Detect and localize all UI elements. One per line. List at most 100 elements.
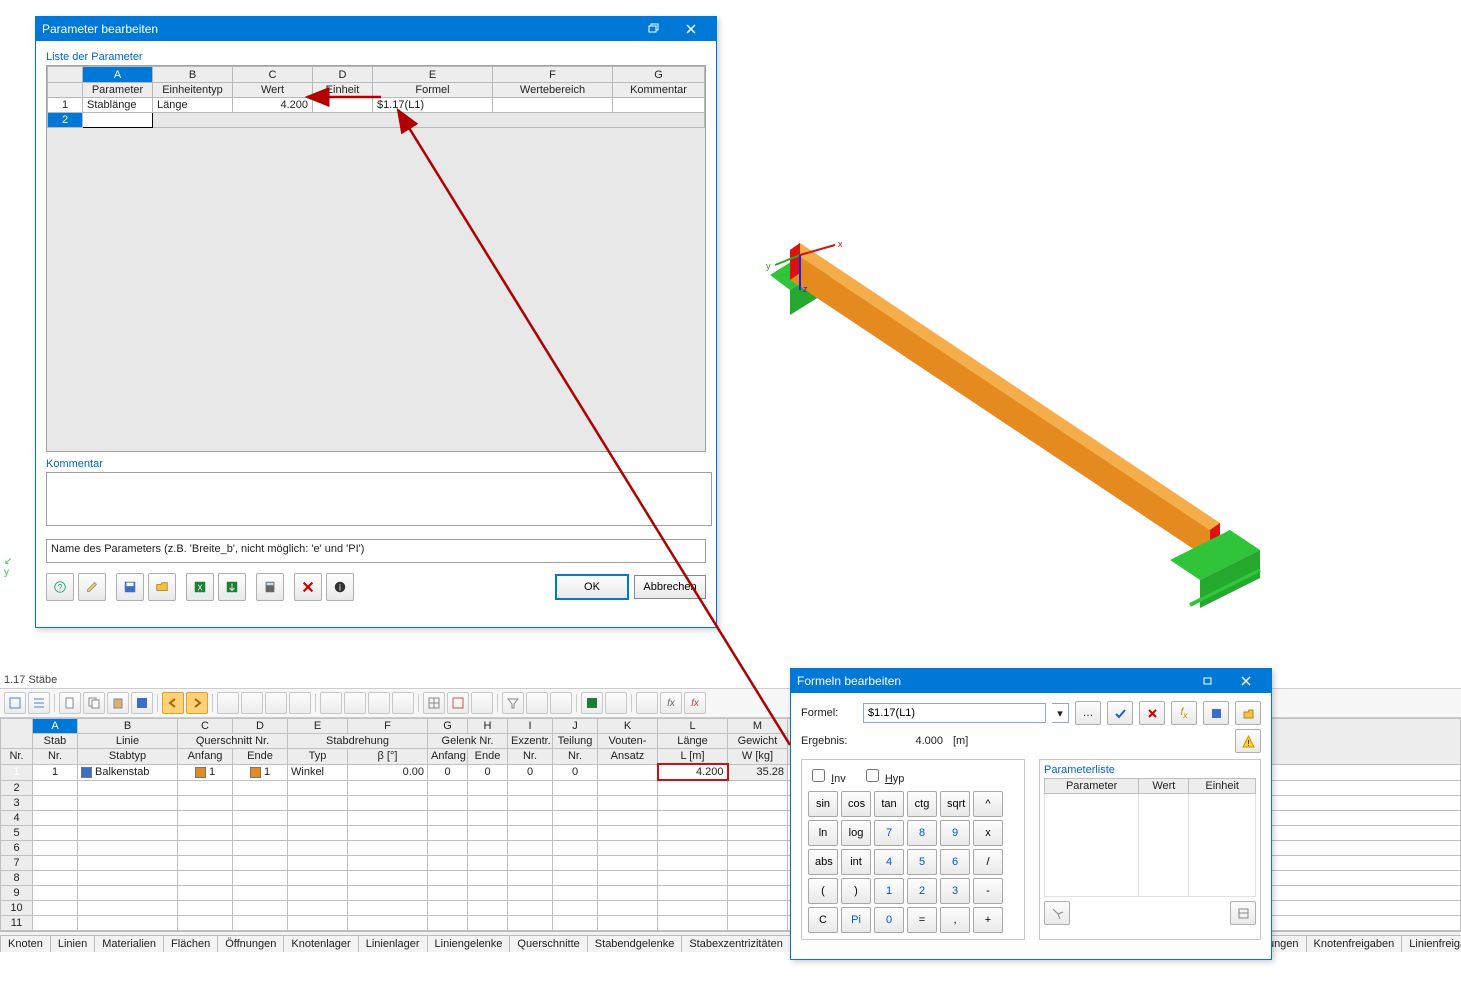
tb-f[interactable] — [344, 692, 366, 714]
stabs-row8-head[interactable]: 8 — [1, 871, 33, 886]
tb-a[interactable] — [217, 692, 239, 714]
col-F[interactable]: F — [493, 67, 613, 83]
key-+[interactable]: + — [973, 907, 1003, 933]
kommentar-input[interactable] — [46, 472, 712, 526]
edit-button[interactable] — [78, 573, 106, 601]
key-,[interactable]: , — [940, 907, 970, 933]
key-cos[interactable]: cos — [841, 791, 871, 817]
tb-nav-next[interactable] — [186, 692, 208, 714]
tb-list[interactable] — [28, 692, 50, 714]
param-row1-einheit[interactable] — [313, 98, 373, 113]
apply-button[interactable] — [1107, 701, 1133, 725]
key-^[interactable]: ^ — [973, 791, 1003, 817]
stabs-row1-laenge[interactable]: 4.200 — [658, 764, 728, 780]
key-ln[interactable]: ln — [808, 820, 838, 846]
param-row1-einheitentyp[interactable]: Länge — [153, 98, 233, 113]
key-8[interactable]: 8 — [907, 820, 937, 846]
col-A[interactable]: A — [83, 67, 153, 83]
stabs-row9-head[interactable]: 9 — [1, 886, 33, 901]
key-2[interactable]: 2 — [907, 878, 937, 904]
key-9[interactable]: 9 — [940, 820, 970, 846]
info-button[interactable]: i — [326, 573, 354, 601]
cancel-button[interactable]: Abbrechen — [634, 575, 706, 599]
stabs-row5-head[interactable]: 5 — [1, 826, 33, 841]
param-row1-wertebereich[interactable] — [493, 98, 613, 113]
key-/[interactable]: / — [973, 849, 1003, 875]
formula-input[interactable] — [863, 703, 1046, 723]
key-tan[interactable]: tan — [874, 791, 904, 817]
key-)[interactable]: ) — [841, 878, 871, 904]
key-x[interactable]: x — [973, 820, 1003, 846]
tb-units[interactable] — [636, 692, 658, 714]
tb-excel[interactable] — [581, 692, 603, 714]
tb-h[interactable] — [392, 692, 414, 714]
key-([interactable]: ( — [808, 878, 838, 904]
excel-export-button[interactable] — [218, 573, 246, 601]
stabs-row11-head[interactable]: 11 — [1, 916, 33, 931]
tab-öffnungen[interactable]: Öffnungen — [217, 935, 284, 952]
param-row1-parameter[interactable]: Stablänge — [83, 98, 153, 113]
tb-find[interactable] — [550, 692, 572, 714]
close-icon[interactable] — [672, 17, 710, 41]
tb-fx-off[interactable]: fx — [684, 692, 706, 714]
tab-linienlager[interactable]: Linienlager — [358, 935, 428, 952]
col-D[interactable]: D — [313, 67, 373, 83]
tb-g[interactable] — [368, 692, 390, 714]
edit-param-button[interactable] — [1230, 901, 1256, 925]
key-=[interactable]: = — [907, 907, 937, 933]
help-button[interactable]: ? — [46, 573, 74, 601]
tb-grid2[interactable] — [447, 692, 469, 714]
excel-import-button[interactable]: X — [186, 573, 214, 601]
calc-button[interactable] — [256, 573, 284, 601]
tab-querschnitte[interactable]: Querschnitte — [509, 935, 587, 952]
tab-stabendgelenke[interactable]: Stabendgelenke — [587, 935, 683, 952]
stabs-row10-head[interactable]: 10 — [1, 901, 33, 916]
tb-grid3[interactable] — [471, 692, 493, 714]
key-7[interactable]: 7 — [874, 820, 904, 846]
col-G[interactable]: G — [613, 67, 705, 83]
param-row1-formel[interactable]: $1.17(L1) — [373, 98, 493, 113]
tb-grid1[interactable] — [423, 692, 445, 714]
stabs-row7-head[interactable]: 7 — [1, 856, 33, 871]
tab-stabexzentrizitäten[interactable]: Stabexzentrizitäten — [681, 935, 791, 952]
tab-flächen[interactable]: Flächen — [163, 935, 218, 952]
chk-inv[interactable]: IInvnv — [808, 766, 846, 785]
key-5[interactable]: 5 — [907, 849, 937, 875]
close-icon[interactable] — [1227, 669, 1265, 693]
key-Pi[interactable]: Pi — [841, 907, 871, 933]
formula-dialog-titlebar[interactable]: Formeln bearbeiten — [791, 669, 1271, 693]
key--[interactable]: - — [973, 878, 1003, 904]
key-ctg[interactable]: ctg — [907, 791, 937, 817]
stabs-row6-head[interactable]: 6 — [1, 841, 33, 856]
tb-filter[interactable] — [502, 692, 524, 714]
warn-icon[interactable]: ! — [1235, 729, 1261, 753]
col-C[interactable]: C — [233, 67, 313, 83]
tab-linienfreigabe-typen[interactable]: Linienfreigabe-Typen — [1401, 935, 1461, 952]
tb-b[interactable] — [241, 692, 263, 714]
tb-c[interactable] — [265, 692, 287, 714]
clear-button[interactable] — [1139, 701, 1165, 725]
param-row1-head[interactable]: 1 — [48, 98, 83, 113]
tb-fx[interactable]: fx — [660, 692, 682, 714]
key-1[interactable]: 1 — [874, 878, 904, 904]
save-fx-button[interactable] — [1203, 701, 1229, 725]
param-row1-kommentar[interactable] — [613, 98, 705, 113]
model-3d-view[interactable]: x y z — [740, 130, 1300, 650]
tb-new[interactable] — [59, 692, 81, 714]
param-row2-head[interactable]: 2 — [48, 113, 83, 128]
key-6[interactable]: 6 — [940, 849, 970, 875]
key-sin[interactable]: sin — [808, 791, 838, 817]
key-4[interactable]: 4 — [874, 849, 904, 875]
delete-button[interactable] — [294, 573, 322, 601]
key-sqrt[interactable]: sqrt — [940, 791, 970, 817]
restore-icon[interactable] — [1189, 669, 1227, 693]
stabs-row3-head[interactable]: 3 — [1, 796, 33, 811]
tab-knotenfreigaben[interactable]: Knotenfreigaben — [1306, 935, 1403, 952]
restore-icon[interactable] — [634, 17, 672, 41]
tb-nav-prev[interactable] — [162, 692, 184, 714]
col-B[interactable]: B — [153, 67, 233, 83]
key-0[interactable]: 0 — [874, 907, 904, 933]
stabs-row4-head[interactable]: 4 — [1, 811, 33, 826]
tb-e[interactable] — [320, 692, 342, 714]
tab-liniengelenke[interactable]: Liniengelenke — [427, 935, 511, 952]
